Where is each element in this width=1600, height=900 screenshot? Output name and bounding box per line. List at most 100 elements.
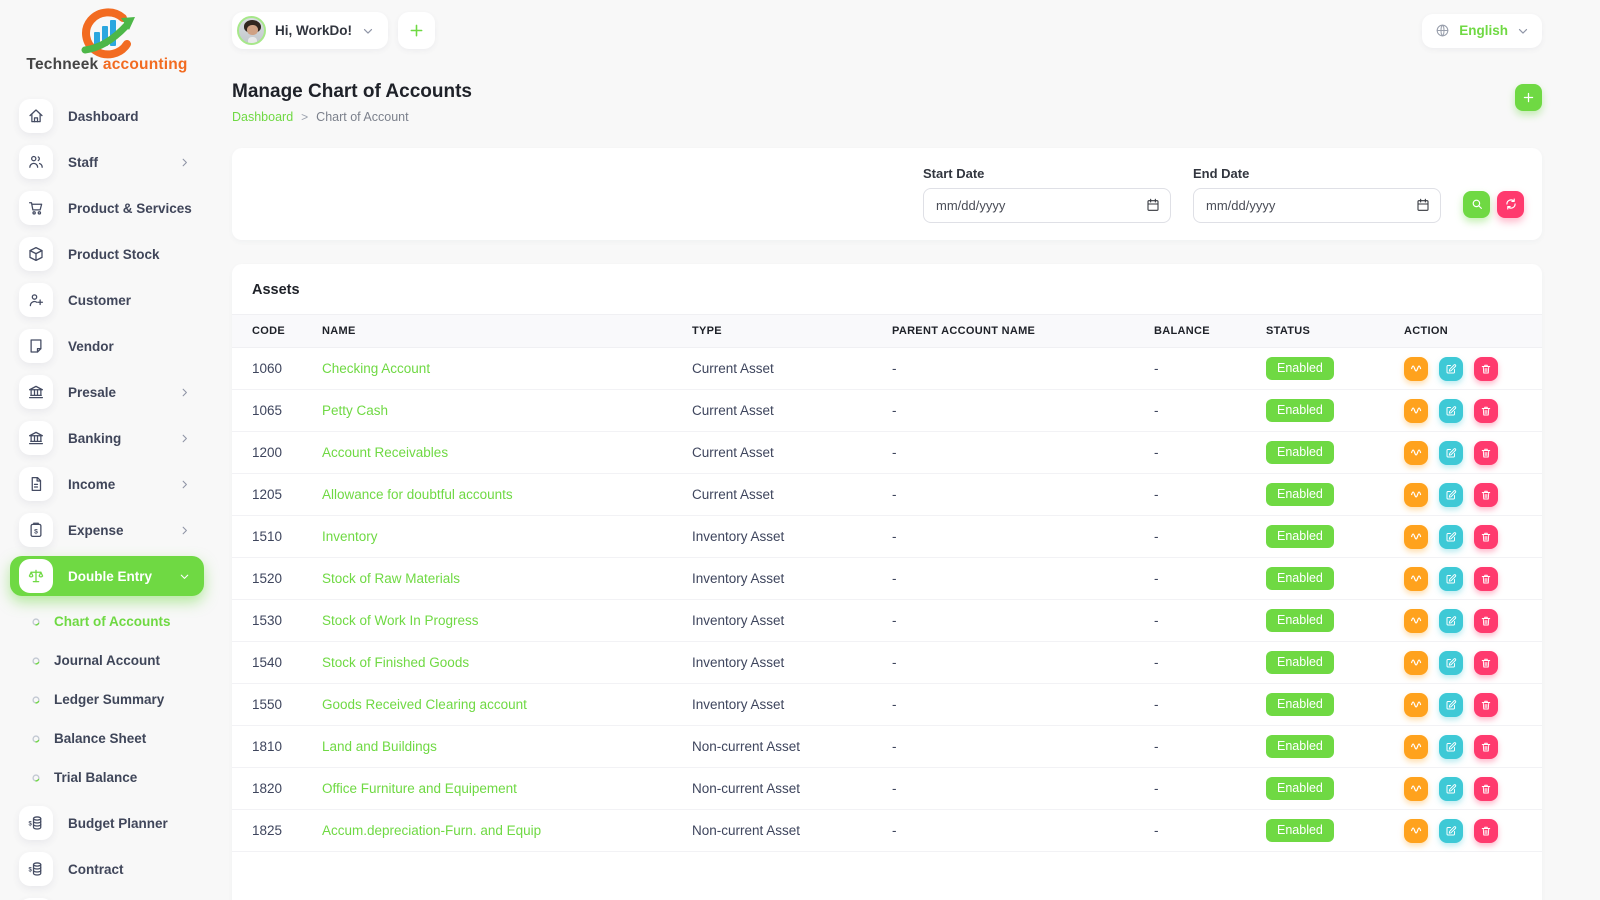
activity-button[interactable]: [1404, 524, 1428, 549]
sidebar-item-label: Banking: [68, 430, 122, 446]
edit-button[interactable]: [1439, 818, 1463, 843]
globe-icon: [1436, 24, 1449, 37]
reset-button[interactable]: [1497, 190, 1524, 218]
sidebar-item-dashboard[interactable]: Dashboard: [10, 96, 204, 136]
edit-button[interactable]: [1439, 440, 1463, 465]
account-name-link[interactable]: Inventory: [322, 529, 378, 544]
delete-button[interactable]: [1474, 608, 1498, 633]
account-name-link[interactable]: Petty Cash: [322, 403, 388, 418]
account-name-link[interactable]: Stock of Finished Goods: [322, 655, 469, 670]
sidebar-partial-item[interactable]: $: [10, 895, 204, 900]
language-selector[interactable]: English: [1422, 13, 1542, 48]
account-name-link[interactable]: Checking Account: [322, 361, 430, 376]
cell-type: Inventory Asset: [692, 515, 892, 558]
end-date-input[interactable]: [1193, 187, 1441, 223]
activity-button[interactable]: [1404, 650, 1428, 675]
delete-button[interactable]: [1474, 776, 1498, 801]
edit-button[interactable]: [1439, 482, 1463, 507]
edit-button[interactable]: [1439, 566, 1463, 591]
row-actions: [1404, 482, 1534, 507]
account-name-link[interactable]: Office Furniture and Equipement: [322, 781, 517, 796]
sidebar-item-banking[interactable]: Banking: [10, 418, 204, 458]
sidebar-item-budget-planner[interactable]: $ Budget Planner: [10, 803, 204, 843]
account-name-link[interactable]: Stock of Work In Progress: [322, 613, 479, 628]
breadcrumb-dashboard-link[interactable]: Dashboard: [232, 110, 293, 124]
edit-button[interactable]: [1439, 734, 1463, 759]
activity-button[interactable]: [1404, 692, 1428, 717]
sidebar-item-product-services[interactable]: Product & Services: [10, 188, 204, 228]
sidebar-item-contract[interactable]: $ Contract: [10, 849, 204, 889]
sidebar-subitem-journal-account[interactable]: Journal Account: [0, 641, 214, 680]
account-name-link[interactable]: Account Receivables: [322, 445, 448, 460]
end-date-label: End Date: [1193, 165, 1250, 181]
cell-balance: -: [1154, 389, 1266, 432]
sidebar-subitem-balance-sheet[interactable]: Balance Sheet: [0, 719, 214, 758]
activity-button[interactable]: [1404, 776, 1428, 801]
delete-button[interactable]: [1474, 566, 1498, 591]
table-row: 1810 Land and Buildings Non-current Asset -…: [232, 725, 1542, 768]
activity-button[interactable]: [1404, 608, 1428, 633]
cell-type: Non-current Asset: [692, 809, 892, 852]
section-title: Assets: [252, 282, 300, 298]
delete-button[interactable]: [1474, 482, 1498, 507]
sidebar-item-customer[interactable]: Customer: [10, 280, 204, 320]
edit-button[interactable]: [1439, 608, 1463, 633]
delete-button[interactable]: [1474, 650, 1498, 675]
sidebar-item-income[interactable]: Income: [10, 464, 204, 504]
sidebar-subitem-chart-of-accounts[interactable]: Chart of Accounts: [0, 602, 214, 641]
delete-button[interactable]: [1474, 398, 1498, 423]
delete-button[interactable]: [1474, 692, 1498, 717]
sidebar-item-expense[interactable]: $ Expense: [10, 510, 204, 550]
edit-button[interactable]: [1439, 650, 1463, 675]
create-account-button[interactable]: [1515, 84, 1542, 111]
activity-button[interactable]: [1404, 482, 1428, 507]
account-name-link[interactable]: Accum.depreciation-Furn. and Equip: [322, 823, 541, 838]
delete-button[interactable]: [1474, 440, 1498, 465]
edit-button[interactable]: [1439, 776, 1463, 801]
activity-button[interactable]: [1404, 398, 1428, 423]
account-name-link[interactable]: Stock of Raw Materials: [322, 571, 460, 586]
edit-button[interactable]: [1439, 356, 1463, 381]
activity-button[interactable]: [1404, 566, 1428, 591]
cell-parent: -: [892, 641, 1154, 684]
sidebar-item-label: Product & Services: [68, 200, 192, 216]
sidebar-item-staff[interactable]: Staff: [10, 142, 204, 182]
account-name-link[interactable]: Allowance for doubtful accounts: [322, 487, 513, 502]
cell-type: Current Asset: [692, 431, 892, 474]
row-actions: [1404, 398, 1534, 423]
activity-button[interactable]: [1404, 818, 1428, 843]
sidebar-item-presale[interactable]: Presale: [10, 372, 204, 412]
delete-button[interactable]: [1474, 734, 1498, 759]
topbar-add-button[interactable]: [398, 12, 435, 49]
row-actions: [1404, 440, 1534, 465]
sidebar-subitem-ledger-summary[interactable]: Ledger Summary: [0, 680, 214, 719]
delete-button[interactable]: [1474, 818, 1498, 843]
search-button[interactable]: [1463, 190, 1490, 218]
delete-button[interactable]: [1474, 356, 1498, 381]
assets-card: Assets CODE NAME TYPE PARENT ACCOUNT NAME BA…: [232, 264, 1542, 900]
sidebar-item-label: Staff: [68, 154, 98, 170]
user-menu[interactable]: Hi, WorkDo!: [232, 12, 388, 49]
chevron-down-icon: [361, 24, 375, 38]
sidebar-item-double-entry[interactable]: Double Entry: [10, 556, 204, 596]
sidebar-item-product-stock[interactable]: Product Stock: [10, 234, 204, 274]
edit-button[interactable]: [1439, 692, 1463, 717]
cell-code: 1825: [232, 809, 322, 852]
activity-button[interactable]: [1404, 734, 1428, 759]
table-row: 1520 Stock of Raw Materials Inventory Asse…: [232, 557, 1542, 600]
activity-button[interactable]: [1404, 356, 1428, 381]
sidebar-subitem-trial-balance[interactable]: Trial Balance: [0, 758, 214, 797]
cell-balance: -: [1154, 725, 1266, 768]
sidebar-item-vendor[interactable]: Vendor: [10, 326, 204, 366]
edit-button[interactable]: [1439, 524, 1463, 549]
delete-button[interactable]: [1474, 524, 1498, 549]
cell-balance: -: [1154, 767, 1266, 810]
wave-icon: [1410, 743, 1421, 750]
activity-button[interactable]: [1404, 440, 1428, 465]
status-badge: Enabled: [1266, 441, 1334, 464]
bank-icon-tile: [19, 375, 53, 409]
account-name-link[interactable]: Land and Buildings: [322, 739, 437, 754]
start-date-input[interactable]: [923, 187, 1171, 223]
account-name-link[interactable]: Goods Received Clearing account: [322, 697, 527, 712]
edit-button[interactable]: [1439, 398, 1463, 423]
